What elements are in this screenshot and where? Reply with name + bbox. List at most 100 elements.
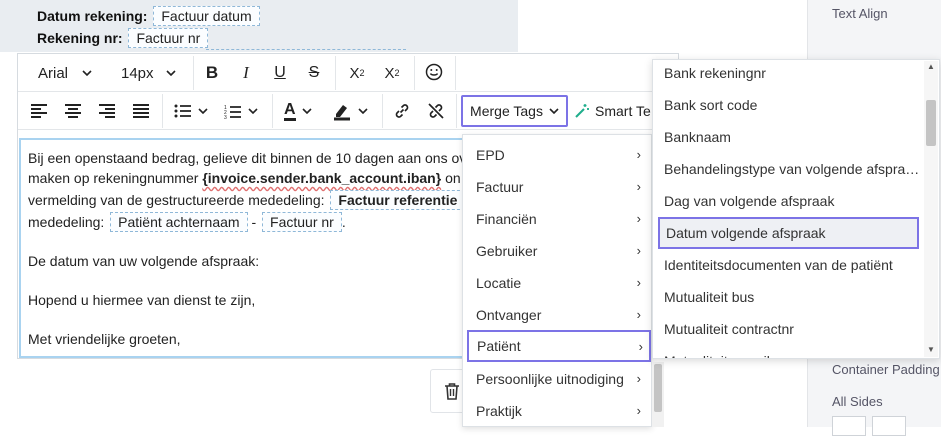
menu-item-factuur[interactable]: Factuur › (463, 172, 651, 202)
menu-item-label: Locatie (476, 275, 522, 291)
highlight-color-button[interactable] (332, 99, 368, 123)
menu-item-epd[interactable]: EPD › (463, 140, 651, 170)
content-text: . (341, 214, 346, 230)
submenu-item-mutualiteit-contractnr[interactable]: Mutualiteit contractnr (653, 313, 925, 345)
bold-icon[interactable]: B (202, 60, 222, 86)
font-family-select[interactable]: Arial (38, 60, 92, 86)
patient-achternaam-chip[interactable]: Patiënt achternaam (110, 212, 248, 232)
container-padding-label: Container Padding (832, 362, 940, 377)
submenu-item-identiteitsdocumenten[interactable]: Identiteitsdocumenten van de patiënt (653, 249, 925, 281)
align-right-icon[interactable] (97, 101, 117, 121)
link-icon[interactable] (392, 101, 412, 121)
subscript-icon[interactable]: X2 (381, 60, 403, 86)
underline-icon[interactable]: U (270, 60, 290, 86)
submenu-item-behandelingstype[interactable]: Behandelingstype van volgende afspra… (653, 153, 925, 185)
submenu-item-bank-sort-code[interactable]: Bank sort code (653, 89, 925, 121)
menu-item-gebruiker[interactable]: Gebruiker › (463, 236, 651, 266)
chevron-right-icon: › (636, 275, 641, 290)
chevron-right-icon: › (636, 179, 641, 194)
emoji-icon[interactable] (424, 62, 444, 82)
factuur-nr-chip[interactable]: Factuur nr (262, 212, 342, 232)
menu-item-ontvanger[interactable]: Ontvanger › (463, 300, 651, 330)
submenu-item-datum-volgende-afspraak[interactable]: Datum volgende afspraak (658, 217, 919, 249)
chevron-down-icon (165, 70, 176, 76)
submenu-scroll-thumb[interactable] (926, 100, 936, 146)
menu-item-label: Persoonlijke uitnodiging (476, 371, 624, 387)
content-line: Hopend u hiermee van dienst te zijn, (28, 292, 256, 308)
chevron-right-icon: › (636, 371, 641, 386)
merge-menu-scroll-thumb[interactable] (654, 364, 662, 412)
padding-input-top[interactable] (832, 416, 866, 436)
numbered-list-button[interactable]: 123 (224, 101, 258, 121)
content-line: mededeling: Patiënt achternaam - Factuur… (28, 212, 346, 232)
content-line: Bij een openstaand bedrag, gelieve dit b… (28, 150, 467, 166)
chevron-right-icon: › (638, 339, 643, 354)
toolbar-separator (414, 56, 415, 90)
menu-item-label: Gebruiker (476, 243, 538, 259)
italic-icon[interactable]: I (236, 60, 256, 86)
scroll-down-icon[interactable]: ▼ (926, 345, 936, 354)
merge-tags-label: Merge Tags (470, 103, 543, 119)
datum-rekening-label: Datum rekening: (37, 8, 148, 24)
text-color-button[interactable]: A (284, 99, 312, 123)
submenu-item-mutualiteit-email[interactable]: Mutualiteit e-mail (653, 345, 925, 358)
toolbar-separator (335, 56, 336, 90)
align-center-icon[interactable] (63, 101, 83, 121)
submenu-item-bank-rekeningnr[interactable]: Bank rekeningnr (653, 60, 925, 89)
all-sides-label: All Sides (832, 394, 883, 409)
toolbar-separator (162, 94, 163, 128)
dashed-divider (206, 49, 406, 50)
merge-tags-button[interactable]: Merge Tags (461, 95, 568, 127)
text-align-label: Text Align (832, 6, 888, 21)
content-text: vermelding van de gestructureerde medede… (28, 192, 329, 208)
submenu-item-banknaam[interactable]: Banknaam (653, 121, 925, 153)
superscript-icon[interactable]: X2 (346, 60, 368, 86)
patient-submenu: Bank rekeningnr Bank sort code Banknaam … (652, 59, 940, 359)
chevron-right-icon: › (636, 403, 641, 418)
strikethrough-icon[interactable]: S (304, 60, 324, 86)
factuur-referentie-chip[interactable]: Factuur referentie (330, 190, 466, 210)
datum-rekening-chip[interactable]: Factuur datum (153, 6, 260, 26)
highlighter-icon (334, 105, 350, 121)
font-size-select[interactable]: 14px (121, 60, 176, 86)
magic-wand-icon (575, 104, 589, 118)
toolbar-separator (193, 56, 194, 90)
toolbar-separator (455, 56, 456, 90)
chevron-right-icon: › (636, 147, 641, 162)
font-family-value: Arial (38, 64, 69, 82)
submenu-item-dag-volgende-afspraak[interactable]: Dag van volgende afspraak (653, 185, 925, 217)
chevron-down-icon (549, 108, 559, 114)
iban-merge-tag: {invoice.sender.bank_account.iban} (202, 170, 442, 186)
menu-item-label: Praktijk (476, 403, 522, 419)
menu-item-patient[interactable]: Patiënt › (467, 330, 651, 362)
rekening-nr-row: Rekening nr: Factuur nr (37, 28, 209, 48)
smart-text-button[interactable]: Smart Te (574, 95, 651, 127)
menu-item-label: Ontvanger (476, 307, 542, 323)
unlink-icon[interactable] (426, 101, 446, 121)
submenu-item-mutualiteit-bus[interactable]: Mutualiteit bus (653, 281, 925, 313)
trash-icon (445, 383, 459, 400)
rekening-nr-chip[interactable]: Factuur nr (128, 28, 209, 48)
menu-item-financien[interactable]: Financiën › (463, 204, 651, 234)
datum-rekening-row: Datum rekening: Factuur datum (37, 6, 260, 26)
toolbar-separator (456, 94, 457, 128)
chevron-down-icon (82, 70, 92, 76)
rekening-nr-label: Rekening nr: (37, 30, 123, 46)
chevron-down-icon (248, 108, 258, 114)
merge-tags-menu: EPD › Factuur › Financiën › Gebruiker › Loca… (462, 134, 652, 427)
menu-item-persoonlijke-uitnodiging[interactable]: Persoonlijke uitnodiging › (463, 364, 651, 394)
menu-item-locatie[interactable]: Locatie › (463, 268, 651, 298)
chevron-down-icon (301, 108, 312, 114)
content-text: - (247, 214, 261, 230)
bullet-list-button[interactable] (174, 101, 208, 121)
align-left-icon[interactable] (29, 101, 49, 121)
padding-input-right[interactable] (872, 416, 906, 436)
menu-item-label: Patiënt (477, 338, 521, 354)
menu-item-praktijk[interactable]: Praktijk › (463, 396, 651, 426)
content-text: on (441, 170, 461, 186)
content-line: De datum van uw volgende afspraak: (28, 253, 260, 269)
scroll-up-icon[interactable]: ▲ (926, 62, 936, 71)
content-line: Met vriendelijke groeten, (28, 331, 181, 347)
align-justify-icon[interactable] (131, 101, 151, 121)
content-line: maken op rekeningnummer {invoice.sender.… (28, 170, 461, 186)
